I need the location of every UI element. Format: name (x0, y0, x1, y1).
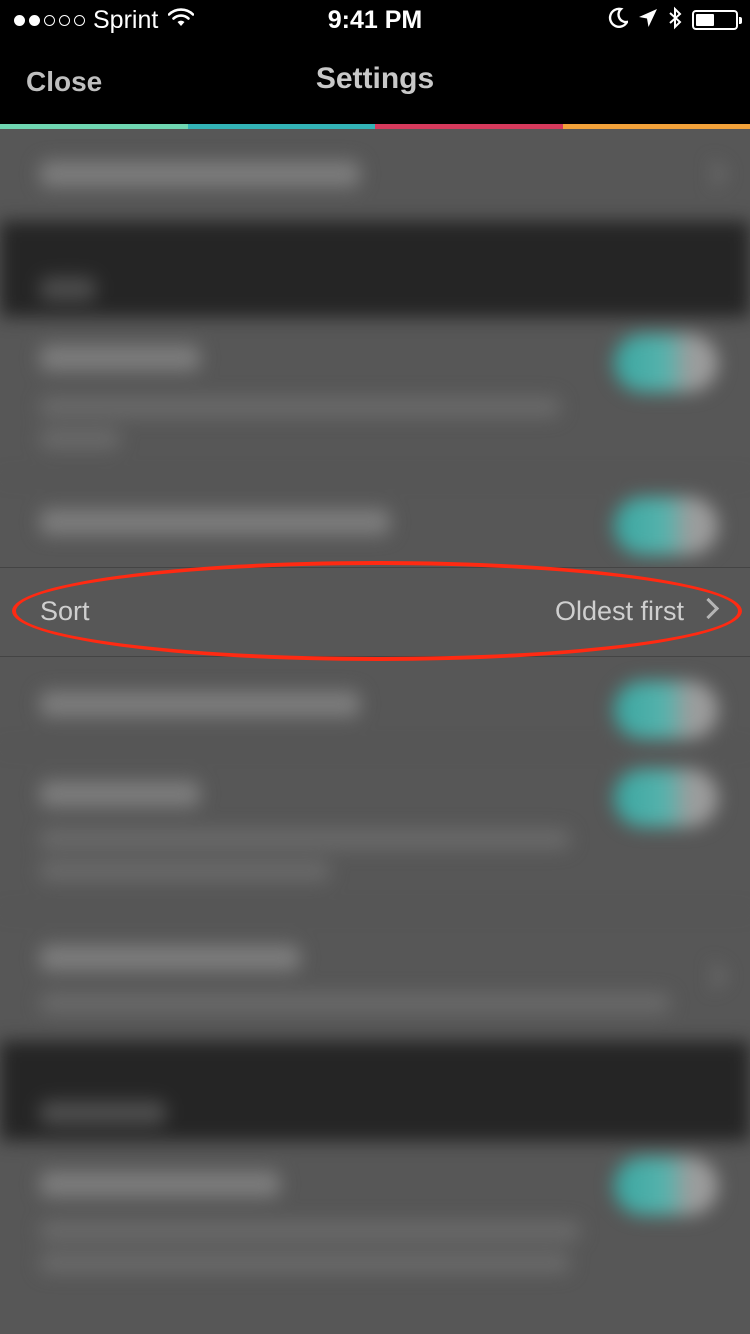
status-bar: Sprint 9:41 PM (0, 0, 750, 40)
settings-list (0, 129, 750, 1334)
blurred-setting-label (40, 1171, 280, 1197)
blurred-setting-description (40, 397, 560, 417)
blurred-setting-label (40, 345, 200, 371)
toggle-switch[interactable] (614, 1157, 718, 1215)
blurred-setting-label (40, 161, 360, 187)
toggle-switch[interactable] (614, 334, 718, 392)
chevron-right-icon (700, 161, 726, 187)
toggle-switch[interactable] (614, 769, 718, 827)
toggle-switch[interactable] (614, 681, 718, 739)
blurred-setting-description (40, 829, 570, 849)
page-title: Settings (315, 62, 435, 95)
blurred-setting-label (40, 509, 390, 535)
divider (0, 477, 750, 478)
sort-label: Sort (40, 596, 90, 626)
blurred-setting-label (40, 691, 360, 717)
moon-icon (608, 7, 630, 34)
blurred-setting-description (40, 1253, 570, 1273)
blurred-setting-description (40, 1221, 580, 1241)
divider (0, 747, 750, 748)
blurred-setting-description (40, 429, 120, 449)
blurred-section-title (40, 277, 96, 301)
section-header (0, 221, 750, 317)
sort-setting-row[interactable]: Sort Oldest first (0, 567, 750, 657)
battery-icon (692, 10, 742, 30)
blurred-setting-label (40, 781, 200, 807)
bluetooth-icon (668, 6, 682, 35)
chevron-right-icon (700, 963, 726, 989)
blurred-setting-description (40, 993, 670, 1013)
battery-level (696, 14, 714, 26)
blurred-setting-label (40, 945, 300, 971)
chevron-right-icon (697, 597, 720, 620)
blurred-settings-background (0, 129, 750, 1334)
navigation-bar: Close Settings (0, 40, 750, 124)
battery-tip (739, 17, 742, 24)
location-arrow-icon (638, 8, 658, 33)
divider (0, 911, 750, 912)
blurred-setting-description (40, 861, 330, 881)
status-right (608, 6, 742, 35)
sort-value: Oldest first (554, 596, 684, 626)
section-header (0, 1041, 750, 1141)
toggle-switch[interactable] (614, 497, 718, 555)
blurred-section-title (40, 1101, 166, 1125)
